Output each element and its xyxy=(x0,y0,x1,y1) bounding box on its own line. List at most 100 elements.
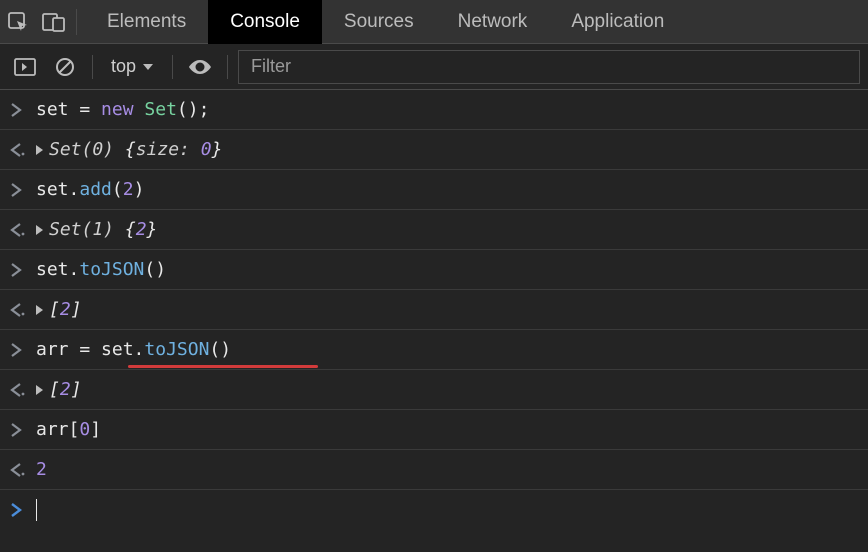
token-paren: [ xyxy=(69,419,80,440)
live-expression-icon[interactable] xyxy=(183,50,217,84)
token-brace: ] xyxy=(71,299,82,320)
console-input-row[interactable]: set = new Set(); xyxy=(0,90,868,130)
input-chevron-icon xyxy=(10,263,36,277)
prompt-chevron-icon xyxy=(10,503,36,517)
input-chevron-icon xyxy=(10,183,36,197)
token-method: toJSON xyxy=(79,259,144,280)
token-op: = xyxy=(69,339,102,360)
token-num: 2 xyxy=(136,219,147,240)
token-op: ; xyxy=(199,99,210,120)
output-chevron-icon xyxy=(10,143,36,157)
token-op: . xyxy=(69,259,80,280)
token-op: . xyxy=(134,339,145,360)
token-brace: { xyxy=(125,219,136,240)
inspect-icon[interactable] xyxy=(0,0,36,44)
disclosure-triangle-icon[interactable] xyxy=(36,225,43,235)
chevron-down-icon xyxy=(142,62,154,72)
console-prompt-row[interactable] xyxy=(0,490,868,530)
toolbar-divider xyxy=(92,55,93,79)
console-output-row[interactable]: [2] xyxy=(0,290,868,330)
console-output[interactable]: set = new Set();Set(0) {size: 0}set.add(… xyxy=(0,90,868,530)
token-paren: ) xyxy=(134,179,145,200)
token-id: arr xyxy=(36,339,69,360)
token-brace: { xyxy=(125,139,136,160)
token-brace: ] xyxy=(71,379,82,400)
token-id: set xyxy=(101,339,134,360)
row-content xyxy=(36,499,37,521)
tab-sources[interactable]: Sources xyxy=(322,0,436,44)
toolbar-divider xyxy=(227,55,228,79)
token-brace: [ xyxy=(49,299,60,320)
token-paren: ] xyxy=(90,419,101,440)
input-chevron-icon xyxy=(10,103,36,117)
context-label: top xyxy=(111,56,136,77)
disclosure-triangle-icon[interactable] xyxy=(36,385,43,395)
token-repr: Set(0) xyxy=(49,139,125,160)
console-output-row[interactable]: [2] xyxy=(0,370,868,410)
row-content: set = new Set(); xyxy=(36,99,209,120)
output-chevron-icon xyxy=(10,463,36,477)
row-content: arr = set.toJSON() xyxy=(36,339,231,360)
token-paren: ( xyxy=(112,179,123,200)
row-content: [2] xyxy=(36,379,82,400)
row-content: set.add(2) xyxy=(36,179,144,200)
token-paren: () xyxy=(209,339,231,360)
token-kw: new xyxy=(101,99,134,120)
token-method: add xyxy=(79,179,112,200)
clear-console-icon[interactable] xyxy=(48,50,82,84)
input-chevron-icon xyxy=(10,423,36,437)
output-chevron-icon xyxy=(10,223,36,237)
disclosure-triangle-icon[interactable] xyxy=(36,145,43,155)
token-type: Set xyxy=(144,99,177,120)
row-content: Set(1) {2} xyxy=(36,219,157,240)
token-id: set xyxy=(36,259,69,280)
tab-console[interactable]: Console xyxy=(208,0,322,44)
console-input-row[interactable]: set.add(2) xyxy=(0,170,868,210)
token-num: 0 xyxy=(201,139,212,160)
token-brace: } xyxy=(147,219,158,240)
disclosure-triangle-icon[interactable] xyxy=(36,305,43,315)
output-chevron-icon xyxy=(10,383,36,397)
token-repr: Set(1) xyxy=(49,219,125,240)
execution-context-selector[interactable]: top xyxy=(103,56,162,77)
tab-network[interactable]: Network xyxy=(436,0,550,44)
row-content: arr[0] xyxy=(36,419,101,440)
toolbar-divider xyxy=(172,55,173,79)
token-num: 2 xyxy=(123,179,134,200)
text-cursor xyxy=(36,499,37,521)
token-num: 2 xyxy=(36,459,47,480)
console-input-row[interactable]: arr[0] xyxy=(0,410,868,450)
token-brace: } xyxy=(212,139,223,160)
output-chevron-icon xyxy=(10,303,36,317)
token-paren: () xyxy=(177,99,199,120)
token-op xyxy=(134,99,145,120)
device-toggle-icon[interactable] xyxy=(36,0,72,44)
token-op: = xyxy=(69,99,102,120)
sidebar-toggle-icon[interactable] xyxy=(8,50,42,84)
row-content: set.toJSON() xyxy=(36,259,166,280)
row-content: [2] xyxy=(36,299,82,320)
token-id: set xyxy=(36,99,69,120)
console-input-row[interactable]: set.toJSON() xyxy=(0,250,868,290)
token-op: . xyxy=(69,179,80,200)
token-num: 0 xyxy=(79,419,90,440)
console-output-row[interactable]: Set(0) {size: 0} xyxy=(0,130,868,170)
console-output-row[interactable]: 2 xyxy=(0,450,868,490)
error-underline xyxy=(128,365,318,368)
token-num: 2 xyxy=(60,379,71,400)
token-id: set xyxy=(36,179,69,200)
token-paren: () xyxy=(144,259,166,280)
row-content: 2 xyxy=(36,459,47,480)
token-method: toJSON xyxy=(144,339,209,360)
toolbar-divider xyxy=(76,9,77,35)
console-output-row[interactable]: Set(1) {2} xyxy=(0,210,868,250)
input-chevron-icon xyxy=(10,343,36,357)
token-repr: size: xyxy=(136,139,201,160)
devtools-tab-bar: Elements Console Sources Network Applica… xyxy=(0,0,868,44)
filter-input[interactable] xyxy=(238,50,860,84)
token-brace: [ xyxy=(49,379,60,400)
tab-application[interactable]: Application xyxy=(549,0,686,44)
token-id: arr xyxy=(36,419,69,440)
tab-elements[interactable]: Elements xyxy=(85,0,208,44)
console-input-row[interactable]: arr = set.toJSON() xyxy=(0,330,868,370)
